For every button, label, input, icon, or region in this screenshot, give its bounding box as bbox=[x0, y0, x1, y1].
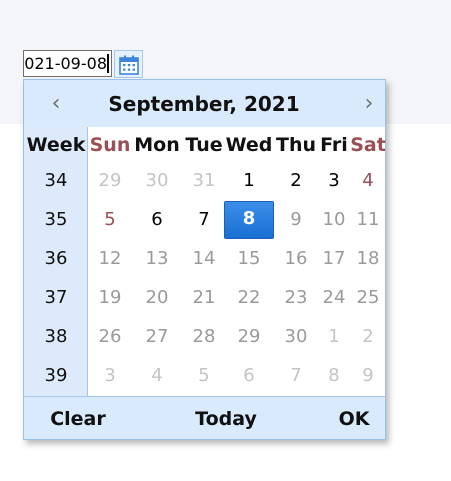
next-month-button[interactable]: › bbox=[357, 90, 381, 118]
week-number: 36 bbox=[44, 248, 68, 269]
day-cell[interactable]: 28 bbox=[182, 319, 226, 355]
day-cell[interactable]: 15 bbox=[227, 241, 271, 277]
day-cell[interactable]: 30 bbox=[135, 163, 179, 199]
today-button[interactable]: Today bbox=[182, 404, 270, 434]
day-cell[interactable]: 4 bbox=[135, 358, 179, 394]
week-number: 37 bbox=[44, 287, 68, 308]
day-cell[interactable]: 4 bbox=[346, 163, 390, 199]
day-cell[interactable]: 22 bbox=[227, 280, 271, 316]
day-cell[interactable]: 5 bbox=[88, 202, 132, 238]
day-cell[interactable]: 19 bbox=[88, 280, 132, 316]
weekday-header: Sun bbox=[89, 134, 131, 156]
week-number: 35 bbox=[44, 209, 68, 230]
weekday-header: Tue bbox=[185, 134, 223, 156]
day-cell[interactable]: 26 bbox=[88, 319, 132, 355]
day-cell[interactable]: 9 bbox=[346, 358, 390, 394]
day-cell[interactable]: 31 bbox=[182, 163, 226, 199]
day-cell[interactable]: 27 bbox=[135, 319, 179, 355]
day-cell[interactable]: 2 bbox=[346, 319, 390, 355]
week-number: 34 bbox=[44, 170, 68, 191]
weekday-header: Mon bbox=[134, 134, 180, 156]
day-cell[interactable]: 18 bbox=[346, 241, 390, 277]
ok-button[interactable]: OK bbox=[329, 404, 379, 434]
day-cell[interactable]: 6 bbox=[227, 358, 271, 394]
day-cell[interactable]: 1 bbox=[227, 163, 271, 199]
day-cell[interactable]: 29 bbox=[227, 319, 271, 355]
day-cell[interactable]: 29 bbox=[88, 163, 132, 199]
day-cell[interactable]: 20 bbox=[135, 280, 179, 316]
week-number: 39 bbox=[44, 365, 68, 386]
weekday-header: Thu bbox=[276, 134, 317, 156]
day-cell[interactable]: 3 bbox=[88, 358, 132, 394]
month-title[interactable]: September, 2021 bbox=[84, 90, 324, 118]
week-number-column: Week 34 35 36 37 38 39 bbox=[24, 127, 88, 396]
date-input-value: 021-09-08 bbox=[24, 54, 107, 73]
weekday-header: Sat bbox=[350, 134, 386, 156]
day-cell[interactable]: 21 bbox=[182, 280, 226, 316]
calendar-footer: Clear Today OK bbox=[24, 396, 385, 439]
day-cell[interactable]: 5 bbox=[182, 358, 226, 394]
text-caret bbox=[107, 54, 109, 73]
calendar-button[interactable] bbox=[114, 50, 143, 78]
calendar-popup: ‹ September, 2021 › Week 34 35 36 37 38 39 Su… bbox=[23, 79, 386, 440]
week-header: Week bbox=[26, 134, 86, 156]
day-cell[interactable]: 7 bbox=[182, 202, 226, 238]
weekday-header: Wed bbox=[225, 134, 273, 156]
day-cell[interactable]: 13 bbox=[135, 241, 179, 277]
calendar-header: ‹ September, 2021 › bbox=[24, 80, 385, 127]
selected-day-cell[interactable]: 8 bbox=[224, 201, 274, 239]
weekday-header: Fri bbox=[320, 134, 348, 156]
day-cell[interactable]: 14 bbox=[182, 241, 226, 277]
day-cell[interactable]: 25 bbox=[346, 280, 390, 316]
clear-button[interactable]: Clear bbox=[44, 404, 112, 434]
day-cell[interactable]: 12 bbox=[88, 241, 132, 277]
day-cell[interactable]: 6 bbox=[135, 202, 179, 238]
calendar-icon bbox=[119, 55, 139, 75]
date-input[interactable]: 021-09-08 bbox=[23, 50, 112, 77]
week-number: 38 bbox=[44, 326, 68, 347]
prev-month-button[interactable]: ‹ bbox=[44, 90, 68, 118]
day-cell[interactable]: 11 bbox=[346, 202, 390, 238]
